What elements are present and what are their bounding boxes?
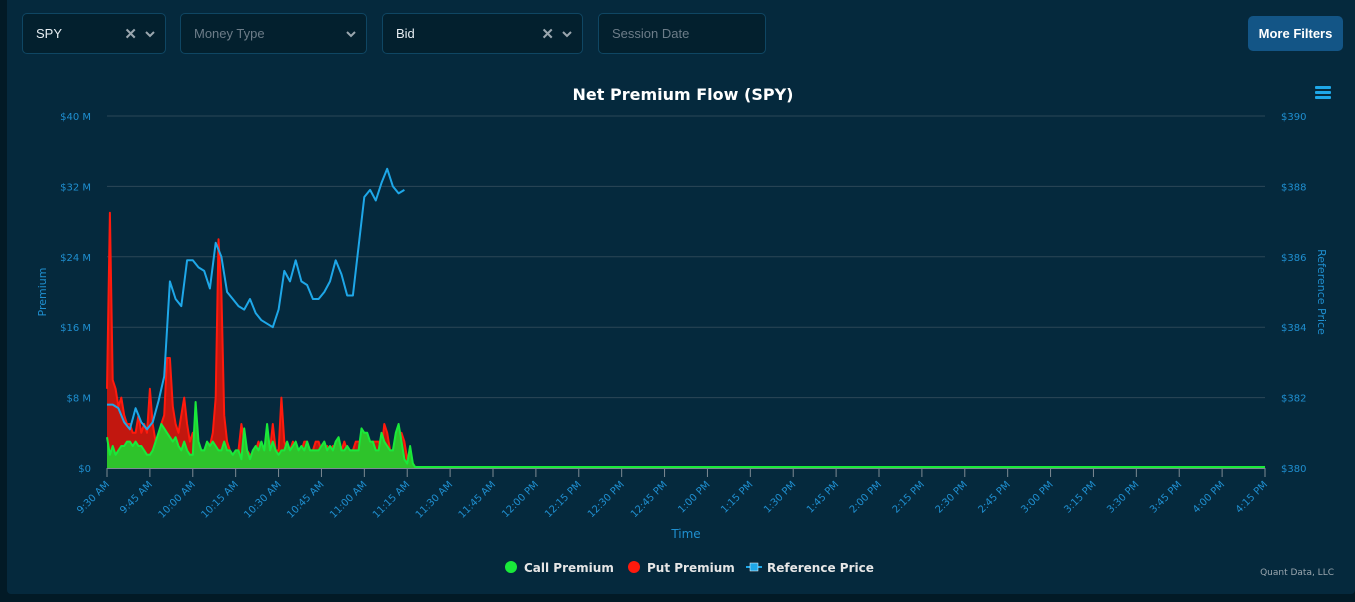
x-tick-label: 9:30 AM — [75, 479, 112, 516]
x-tick-label: 12:45 PM — [629, 479, 670, 520]
y-tick-label: $40 M — [60, 112, 91, 123]
reference-price-line — [107, 167, 405, 431]
y2-tick-label: $386 — [1281, 253, 1306, 264]
x-axis: 9:30 AM 9:45 AM 10:00 AM 10:15 AM 10:30 AM 10… — [75, 468, 1270, 521]
x-tick-label: 1:45 PM — [805, 479, 841, 515]
x-tick-label: 3:30 PM — [1105, 479, 1141, 515]
chart-title: Net Premium Flow (SPY) — [573, 85, 794, 104]
legend: Call Premium Put Premium Reference Price — [505, 561, 874, 575]
x-tick-label: 2:45 PM — [977, 479, 1013, 515]
x-tick-label: 10:00 AM — [157, 479, 198, 520]
put-premium-line — [106, 211, 417, 469]
x-tick-label: 1:15 PM — [719, 479, 755, 515]
y2-tick-label: $380 — [1281, 464, 1306, 475]
chart-menu-icon[interactable] — [1315, 86, 1331, 99]
net-premium-chart: Net Premium Flow (SPY) $0$8 M$16 M$24 M$… — [36, 85, 1334, 578]
x-tick-label: 3:15 PM — [1062, 479, 1098, 515]
put-legend-marker — [628, 561, 640, 573]
y2-tick-label: $384 — [1281, 323, 1306, 334]
x-tick-label: 12:00 PM — [500, 479, 541, 520]
x-tick-label: 2:15 PM — [891, 479, 927, 515]
legend-label-reference: Reference Price — [767, 561, 874, 575]
y2-axis-title: Reference Price — [1315, 249, 1328, 335]
x-tick-label: 3:45 PM — [1148, 479, 1184, 515]
x-tick-label: 10:30 AM — [242, 479, 283, 520]
reference-legend-marker — [749, 562, 759, 572]
x-tick-label: 12:15 PM — [543, 479, 584, 520]
x-tick-label: 12:30 PM — [586, 479, 627, 520]
legend-item-call[interactable]: Call Premium — [505, 561, 614, 575]
y-tick-label: $16 M — [60, 323, 91, 334]
legend-item-reference[interactable]: Reference Price — [746, 561, 874, 575]
x-tick-label: 1:00 PM — [676, 479, 712, 515]
series-layer — [106, 167, 1265, 469]
y-tick-label: $8 M — [66, 394, 91, 405]
x-tick-label: 10:45 AM — [285, 479, 326, 520]
y-axis-right: $380 $382 $384 $386 $388 $390 — [1281, 112, 1306, 475]
x-axis-title: Time — [670, 527, 700, 541]
x-tick-label: 3:00 PM — [1019, 479, 1055, 515]
x-tick-label: 2:30 PM — [934, 479, 970, 515]
credit-text[interactable]: Quant Data, LLC — [1260, 568, 1334, 578]
y-tick-label: $32 M — [60, 182, 91, 193]
legend-label-call: Call Premium — [524, 561, 614, 575]
legend-label-put: Put Premium — [647, 561, 735, 575]
x-tick-label: 4:15 PM — [1234, 479, 1270, 515]
x-tick-label: 11:45 AM — [457, 479, 498, 520]
legend-item-put[interactable]: Put Premium — [628, 561, 735, 575]
grid-lines — [107, 115, 1265, 399]
x-tick-label: 11:00 AM — [328, 479, 369, 520]
y-tick-label: $24 M — [60, 253, 91, 264]
x-tick-label: 1:30 PM — [762, 479, 798, 515]
y-axis-title: Premium — [36, 268, 49, 317]
x-tick-label: 10:15 AM — [199, 479, 240, 520]
y2-tick-label: $382 — [1281, 394, 1306, 405]
y2-tick-label: $390 — [1281, 112, 1306, 123]
y-axis-left: $0 $8 M $16 M $24 M $32 M $40 M — [60, 112, 91, 475]
x-tick-label: 2:00 PM — [848, 479, 884, 515]
x-tick-label: 4:00 PM — [1191, 479, 1227, 515]
y-tick-label: $0 — [78, 464, 91, 475]
y2-tick-label: $388 — [1281, 182, 1306, 193]
x-tick-label: 11:30 AM — [414, 479, 455, 520]
x-tick-label: 9:45 AM — [118, 479, 155, 516]
call-legend-marker — [505, 561, 517, 573]
x-tick-label: 11:15 AM — [371, 479, 412, 520]
